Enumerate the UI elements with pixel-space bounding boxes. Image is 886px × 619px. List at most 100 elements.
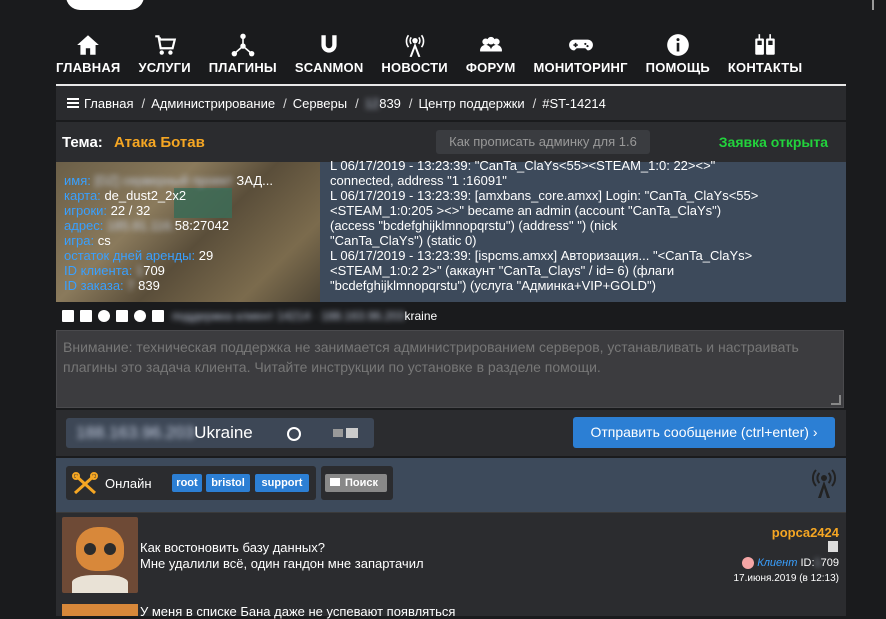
- log-line: "CanTa_ClaYs") (static 0): [330, 233, 477, 248]
- stat-key: ID заказа:: [64, 278, 124, 293]
- stat-value: 22 / 32: [110, 203, 151, 218]
- menu-indicator: [872, 0, 874, 10]
- avatar-paw: [72, 575, 128, 593]
- breadcrumb: Главная / Администрирование / Серверы / …: [56, 86, 846, 120]
- crumb-admin[interactable]: Администрирование: [151, 96, 275, 111]
- log-line: L 06/17/2019 - 13:23:39: "CanTa_ClaYs<55…: [330, 158, 716, 173]
- post-line: Как востоновить базу данных?: [140, 540, 325, 555]
- client-id: 709: [820, 557, 839, 569]
- stat-value: de_dust2_2x2: [104, 188, 187, 203]
- cart-icon: [154, 35, 176, 55]
- stat-key: карта:: [64, 188, 101, 203]
- user-icon[interactable]: [98, 310, 110, 322]
- staff-tags: root bristol support: [166, 466, 316, 500]
- site-logo[interactable]: [66, 0, 144, 10]
- ticket-status: Заявка открыта: [718, 134, 828, 150]
- id-label: ID:: [800, 557, 815, 569]
- tag-root[interactable]: root: [172, 474, 202, 492]
- nav-label: SCANMON: [294, 60, 364, 75]
- resize-handle[interactable]: [831, 395, 841, 405]
- log-line: L 06/17/2019 - 13:23:39: [ispcms.amxx] А…: [330, 248, 753, 263]
- main-nav: ГЛАВНАЯ УСЛУГИ ПЛАГИНЫ SCANMON НОВОСТИ Ф…: [56, 32, 846, 82]
- post-username[interactable]: popca2424: [772, 525, 839, 540]
- topic-subject: Как прописать админку для 1.6: [436, 130, 650, 154]
- post-client-info: Клиент ID:1709: [742, 557, 839, 570]
- upload-button[interactable]: [274, 418, 312, 448]
- nav-contacts[interactable]: КОНТАКТЫ: [728, 32, 802, 82]
- nav-home[interactable]: ГЛАВНАЯ: [56, 32, 120, 82]
- ip-blurred: 188.163.96.203: [76, 423, 195, 442]
- post-text: Как востоновить базу данных? Мне удалили…: [140, 540, 424, 572]
- message-textarea[interactable]: Внимание: техническая поддержка не заним…: [56, 330, 844, 408]
- nav-scanmon[interactable]: SCANMON: [295, 32, 364, 82]
- search-button[interactable]: Поиск: [325, 474, 387, 492]
- nav-forum[interactable]: ФОРУМ: [466, 32, 516, 82]
- stat-value: ЗАД...: [236, 173, 273, 188]
- crumb-sep: /: [141, 95, 146, 111]
- server-stats: имя: [DZ] серверный проект ЗАД... карта:…: [64, 173, 273, 293]
- tag-support[interactable]: support: [255, 474, 309, 492]
- lock-icon: [333, 429, 343, 437]
- stat-value: 709: [143, 263, 165, 278]
- search-label: Поиск: [345, 477, 379, 489]
- search-box: Поиск: [321, 466, 393, 500]
- ticket-header: Тема: Атака Ботав Как прописать админку …: [56, 122, 846, 162]
- log-line: connected, address "1 :16091": [330, 173, 507, 188]
- ip-country: Ukraine: [194, 423, 253, 442]
- log-line: <STEAM_1:0:205 ><>" became an admin (acc…: [330, 203, 722, 218]
- magnet-icon: [321, 35, 337, 53]
- server-log: L 06/17/2019 - 13:23:39: "CanTa_ClaYs<55…: [330, 158, 840, 293]
- trash-icon[interactable]: [152, 310, 164, 322]
- message-placeholder: Внимание: техническая поддержка не заним…: [63, 339, 799, 375]
- trash-icon[interactable]: [828, 541, 838, 552]
- tag-bristol[interactable]: bristol: [206, 474, 250, 492]
- crumb-sep: /: [532, 95, 537, 111]
- nav-news[interactable]: НОВОСТИ: [381, 32, 448, 82]
- avatar-eye: [104, 543, 116, 555]
- info-icon[interactable]: [134, 310, 146, 322]
- online-label: Онлайн: [105, 476, 152, 491]
- stat-key: игра:: [64, 233, 95, 248]
- checkbox-icon: [346, 428, 358, 438]
- staff-status-bar: Онлайн root bristol support Поиск: [56, 458, 846, 512]
- crumb-home[interactable]: Главная: [84, 96, 133, 111]
- server-info-panel: имя: [DZ] серверный проект ЗАД... карта:…: [56, 158, 846, 302]
- topic-name: Атака Ботав: [114, 134, 205, 151]
- client-icon: [742, 557, 755, 570]
- nav-help[interactable]: ПОМОЩЬ: [646, 32, 710, 82]
- stat-key: остаток дней аренды:: [64, 248, 196, 263]
- crumb-sep: /: [355, 95, 359, 111]
- home-icon: [77, 35, 100, 55]
- mail-icon[interactable]: [80, 310, 92, 322]
- avatar-eye: [84, 543, 96, 555]
- stat-key: игроки:: [64, 203, 108, 218]
- stat-value: 839: [138, 278, 160, 293]
- wrench-icon[interactable]: [116, 310, 128, 322]
- nav-monitoring[interactable]: МОНИТОРИНГ: [533, 32, 627, 82]
- client-label: Клиент: [757, 557, 798, 569]
- print-icon[interactable]: [62, 310, 74, 322]
- stat-value: 29: [198, 248, 214, 263]
- tools-blurred-text: поддержка клиент 14214 · 188.163.96.203: [172, 309, 405, 323]
- nav-plugins[interactable]: ПЛАГИНЫ: [209, 32, 277, 82]
- log-line: L 06/17/2019 - 13:23:39: [amxbans_core.a…: [330, 188, 759, 203]
- post-line: У меня в списке Бана даже не успевают по…: [140, 604, 456, 619]
- crumb-support[interactable]: Центр поддержки: [419, 96, 525, 111]
- nav-services[interactable]: УСЛУГИ: [138, 32, 191, 82]
- send-message-button[interactable]: Отправить сообщение (ctrl+enter) ›: [573, 417, 835, 448]
- gamepad-icon: [568, 39, 593, 51]
- crumb-server[interactable]: 12839: [365, 96, 401, 111]
- antenna-icon: [405, 34, 424, 57]
- menu-icon[interactable]: [67, 96, 79, 111]
- nav-label: ПЛАГИНЫ: [208, 60, 277, 75]
- topic-label: Тема:: [62, 134, 103, 151]
- network-icon: [231, 33, 255, 57]
- post-date: 17.июня.2019 (в 12:13): [733, 573, 839, 584]
- stat-key: ID клиента:: [64, 263, 133, 278]
- crumb-servers[interactable]: Серверы: [293, 96, 347, 111]
- nav-label: ПОМОЩЬ: [645, 60, 710, 75]
- private-toggle[interactable]: [318, 418, 374, 448]
- info-icon: [666, 34, 689, 56]
- ticket-post: У меня в списке Бана даже не успевают по…: [56, 600, 846, 619]
- crumb-sep: /: [283, 95, 287, 111]
